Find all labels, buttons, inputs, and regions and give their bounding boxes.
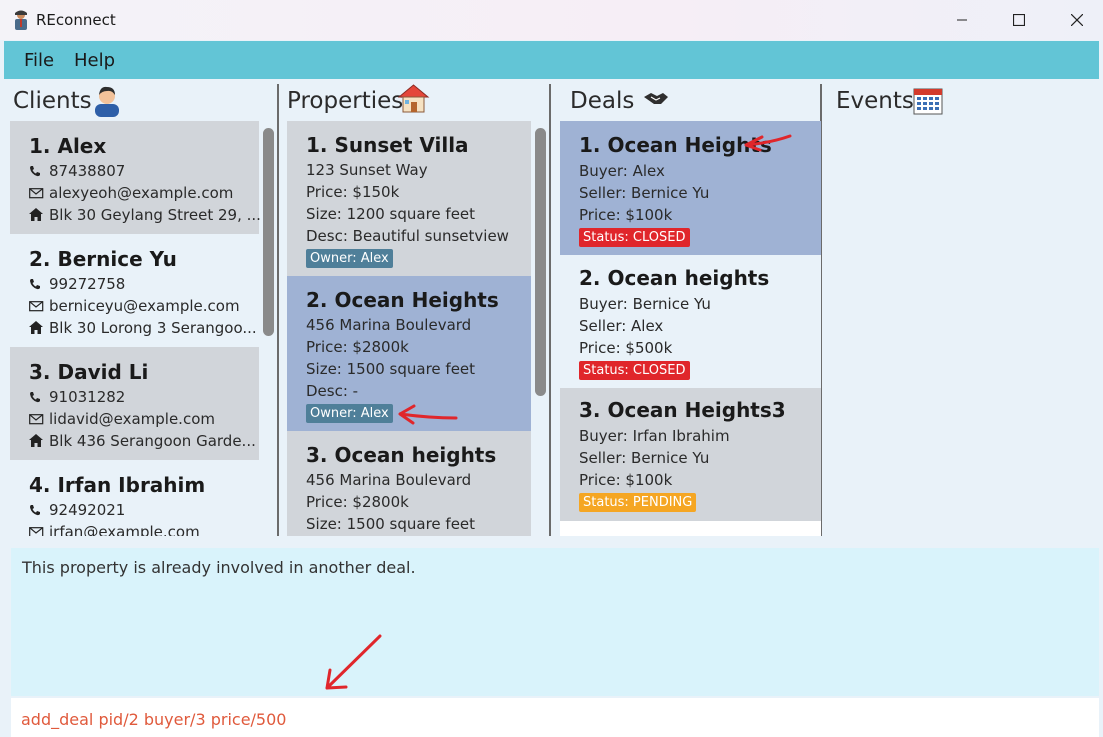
annotation-arrow [398, 404, 458, 425]
annotation-arrows [325, 134, 792, 690]
annotation-arrow [325, 634, 382, 690]
annotation-arrow [744, 134, 792, 152]
